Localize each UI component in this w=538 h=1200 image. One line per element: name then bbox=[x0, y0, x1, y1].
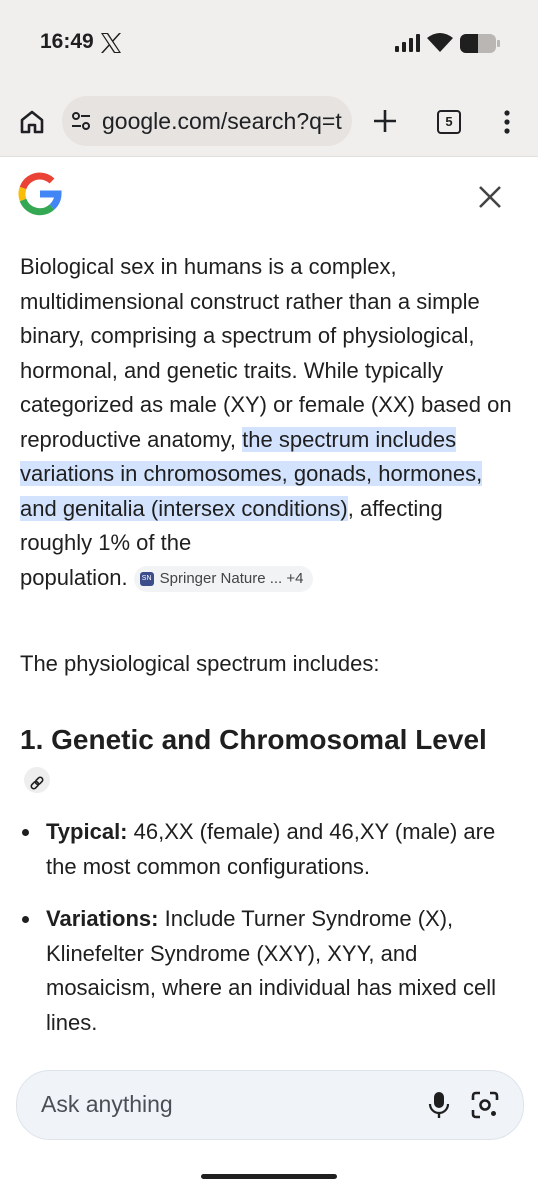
close-icon[interactable] bbox=[478, 185, 502, 209]
tabs-icon[interactable]: 5 bbox=[437, 110, 461, 134]
status-bar: 16:49 bbox=[0, 0, 538, 86]
signal-icon bbox=[395, 34, 420, 52]
address-bar[interactable]: google.com/search?q=t bbox=[62, 96, 352, 146]
lens-icon[interactable] bbox=[471, 1091, 499, 1119]
springer-logo-icon: SN bbox=[139, 571, 154, 586]
x-app-icon bbox=[101, 33, 121, 53]
ask-input[interactable]: Ask anything bbox=[16, 1070, 524, 1140]
bullet-dot bbox=[22, 829, 29, 836]
bullet-list: Typical: 46,XX (female) and 46,XY (male)… bbox=[20, 815, 520, 1058]
bullet-label: Variations: bbox=[46, 906, 159, 931]
home-icon[interactable] bbox=[18, 108, 46, 136]
mic-icon[interactable] bbox=[428, 1091, 450, 1119]
list-item: Variations: Include Turner Syndrome (X),… bbox=[20, 902, 520, 1040]
wifi-icon bbox=[427, 33, 453, 52]
plus-icon[interactable] bbox=[372, 108, 398, 134]
answer-text-end: population. bbox=[20, 564, 128, 590]
answer-text: Biological sex in humans is a complex, m… bbox=[20, 254, 512, 452]
more-vert-icon[interactable] bbox=[500, 108, 514, 136]
gesture-bar bbox=[201, 1174, 337, 1179]
ask-placeholder[interactable]: Ask anything bbox=[41, 1091, 173, 1118]
bullet-dot bbox=[22, 916, 29, 923]
status-time: 16:49 bbox=[40, 30, 94, 53]
link-icon[interactable] bbox=[24, 766, 50, 793]
section-heading: 1. Genetic and Chromosomal Level bbox=[20, 720, 500, 800]
section-heading-text: 1. Genetic and Chromosomal Level bbox=[20, 724, 487, 755]
bullet-label: Typical: bbox=[46, 819, 128, 844]
list-item: Typical: 46,XX (female) and 46,XY (male)… bbox=[20, 815, 520, 884]
source-chip-label[interactable]: Springer Nature ... +4 bbox=[160, 570, 304, 587]
url-text[interactable]: google.com/search?q=t bbox=[102, 108, 342, 135]
source-chip[interactable]: SN Springer Nature ... +4 bbox=[133, 565, 314, 592]
google-g-icon bbox=[18, 172, 62, 216]
tune-icon[interactable] bbox=[70, 110, 92, 132]
battery-icon bbox=[460, 34, 500, 53]
ai-answer-paragraph: Biological sex in humans is a complex, m… bbox=[20, 250, 520, 595]
section-intro: The physiological spectrum includes: bbox=[20, 651, 380, 676]
